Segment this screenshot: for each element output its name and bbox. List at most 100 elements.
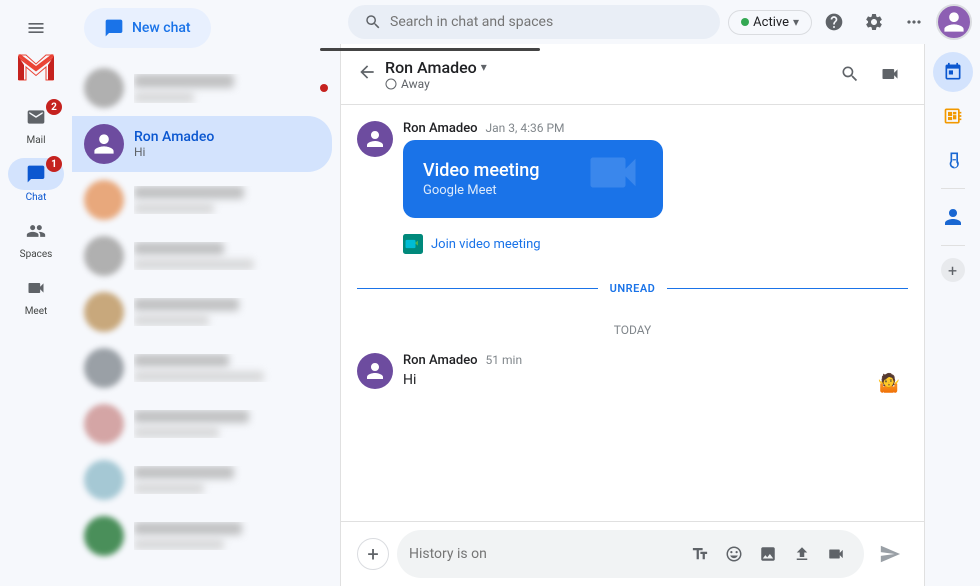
- contact-name: Ron Amadeo: [385, 58, 477, 77]
- hamburger-button[interactable]: [16, 8, 56, 48]
- scroll-bar: [340, 48, 540, 51]
- compose-bar: +: [341, 521, 924, 586]
- unread-line-right: [667, 288, 908, 289]
- compose-actions: [684, 538, 852, 570]
- chat-header: Ron Amadeo ▾ Away: [341, 44, 924, 105]
- back-button[interactable]: [357, 62, 377, 86]
- emoji-button[interactable]: [718, 538, 750, 570]
- message-body: Ron Amadeo 51 min Hi: [403, 353, 908, 389]
- active-label: Active: [753, 15, 789, 30]
- send-button[interactable]: [872, 536, 908, 572]
- sidebar-item-spaces[interactable]: Spaces: [0, 211, 72, 264]
- list-item[interactable]: [72, 452, 340, 508]
- avatar: [84, 348, 124, 388]
- video-meeting-card[interactable]: Video meeting Google Meet: [403, 140, 663, 218]
- avatar: [84, 124, 124, 164]
- message-group: Ron Amadeo Jan 3, 4:36 PM Video meeting …: [357, 121, 908, 262]
- search-bar[interactable]: [348, 5, 720, 39]
- sidebar-meet-label: Meet: [25, 306, 48, 317]
- sidebar-item-meet[interactable]: Meet: [0, 268, 72, 321]
- sidebar: 2 Mail 1 Chat Spaces Meet: [0, 0, 72, 586]
- message-text: Hi: [403, 372, 908, 388]
- right-panel-contacts[interactable]: [933, 197, 973, 237]
- sidebar-item-chat[interactable]: 1 Chat: [0, 154, 72, 207]
- chat-badge: 1: [46, 156, 62, 172]
- list-item[interactable]: [72, 340, 340, 396]
- image-button[interactable]: [752, 538, 784, 570]
- apps-button[interactable]: [896, 4, 932, 40]
- sender-row: Ron Amadeo 51 min: [403, 353, 908, 368]
- dropdown-arrow: ▾: [793, 15, 799, 29]
- search-input[interactable]: [390, 14, 704, 30]
- help-button[interactable]: [816, 4, 852, 40]
- video-call-button[interactable]: [872, 56, 908, 92]
- content-wrapper: Active ▾: [340, 0, 980, 586]
- chat-preview: Hi: [134, 145, 320, 159]
- list-item[interactable]: [72, 396, 340, 452]
- message-time: Jan 3, 4:36 PM: [486, 121, 565, 135]
- chat-and-panels: Ron Amadeo ▾ Away: [340, 44, 980, 586]
- right-panel-tasks[interactable]: [933, 96, 973, 136]
- right-panel-divider2: [941, 245, 965, 246]
- active-dot: [741, 18, 749, 26]
- chat-header-right: [832, 56, 908, 92]
- compose-input-wrap[interactable]: [397, 530, 864, 578]
- chat-info: [134, 522, 328, 550]
- settings-button[interactable]: [856, 4, 892, 40]
- chat-info: [134, 242, 328, 270]
- format-text-button[interactable]: [684, 538, 716, 570]
- contact-dropdown-icon[interactable]: ▾: [481, 60, 487, 74]
- away-icon: [385, 78, 397, 90]
- right-panel-divider: [941, 188, 965, 189]
- unread-line-left: [357, 288, 598, 289]
- gmail-main: New chat Ron Amadeo Hi: [72, 0, 980, 586]
- active-status-button[interactable]: Active ▾: [728, 10, 812, 35]
- sidebar-nav: 2 Mail 1 Chat Spaces Meet: [0, 97, 72, 321]
- new-chat-label: New chat: [132, 20, 191, 36]
- add-attachment-button[interactable]: +: [357, 538, 389, 570]
- sidebar-mail-label: Mail: [26, 135, 45, 146]
- chat-name: Ron Amadeo: [134, 129, 320, 145]
- join-meeting-button[interactable]: Join video meeting: [403, 226, 908, 262]
- list-item[interactable]: [72, 172, 340, 228]
- emoji-reaction[interactable]: 🤷: [878, 373, 900, 394]
- gmail-logo: [18, 54, 54, 81]
- avatar: [84, 292, 124, 332]
- today-label: TODAY: [357, 323, 908, 337]
- chat-info: [134, 410, 328, 438]
- chat-info: [134, 74, 328, 103]
- video-button[interactable]: [820, 538, 852, 570]
- list-item[interactable]: [72, 508, 340, 564]
- list-item[interactable]: [72, 60, 340, 116]
- right-panel-add[interactable]: +: [941, 258, 965, 282]
- compose-input[interactable]: [409, 546, 676, 562]
- sender-row: Ron Amadeo Jan 3, 4:36 PM: [403, 121, 908, 136]
- right-panel-calendar[interactable]: [933, 52, 973, 92]
- top-bar: Active ▾: [340, 0, 980, 44]
- chat-panel: New chat Ron Amadeo Hi: [72, 0, 340, 586]
- user-avatar[interactable]: [936, 4, 972, 40]
- chat-preview: [134, 92, 194, 103]
- video-camera-icon: [583, 143, 643, 216]
- message-time: 51 min: [486, 353, 523, 367]
- messages-area: Ron Amadeo Jan 3, 4:36 PM Video meeting …: [341, 105, 924, 521]
- message-sender: Ron Amadeo: [403, 121, 478, 136]
- avatar: [84, 180, 124, 220]
- right-panel-keep[interactable]: [933, 140, 973, 180]
- upload-button[interactable]: [786, 538, 818, 570]
- avatar: [357, 353, 393, 389]
- list-item[interactable]: [72, 284, 340, 340]
- list-item[interactable]: [72, 228, 340, 284]
- message-body: Ron Amadeo Jan 3, 4:36 PM Video meeting …: [403, 121, 908, 262]
- search-chat-button[interactable]: [832, 56, 868, 92]
- unread-indicator: [320, 84, 328, 92]
- sidebar-item-mail[interactable]: 2 Mail: [0, 97, 72, 150]
- avatar: [84, 68, 124, 108]
- right-panel: +: [924, 44, 980, 586]
- avatar: [84, 236, 124, 276]
- progress-bar-area: [340, 48, 924, 51]
- chat-info: [134, 186, 328, 214]
- avatar: [84, 404, 124, 444]
- new-chat-button[interactable]: New chat: [84, 8, 211, 48]
- list-item[interactable]: Ron Amadeo Hi: [72, 116, 332, 172]
